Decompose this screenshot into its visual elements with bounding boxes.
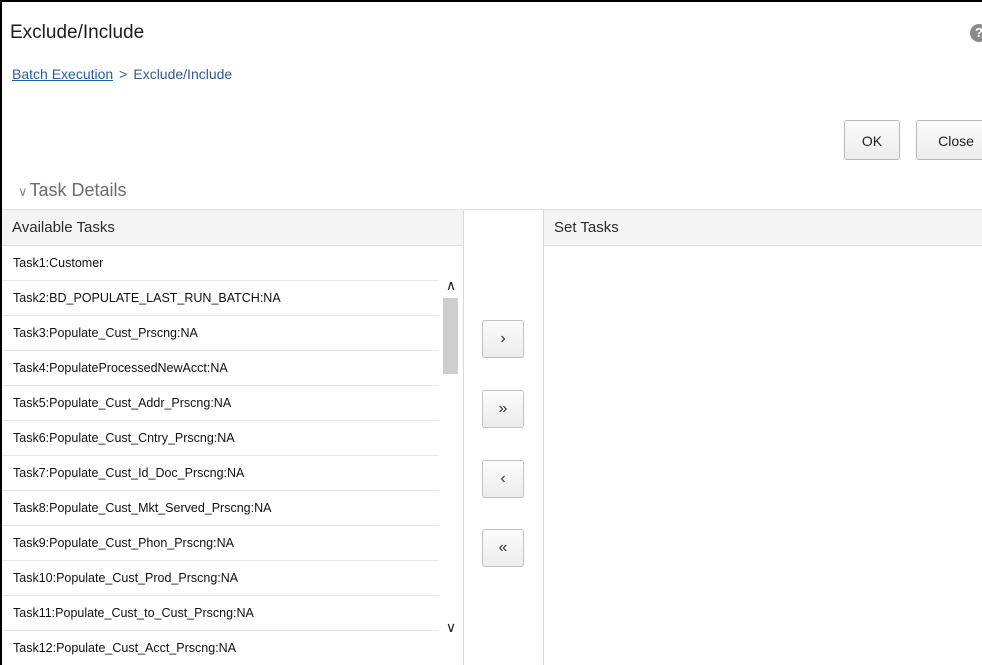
move-selected-button[interactable]: ›	[482, 320, 524, 358]
task-list-item[interactable]: Task4:PopulateProcessedNewAcct:NA	[2, 351, 439, 386]
task-list-item[interactable]: Task3:Populate_Cust_Prscng:NA	[2, 316, 439, 351]
scroll-up-icon[interactable]: ∧	[439, 274, 463, 296]
task-list-item[interactable]: Task12:Populate_Cust_Acct_Prscng:NA	[2, 631, 439, 665]
task-list-item[interactable]: Task2:BD_POPULATE_LAST_RUN_BATCH:NA	[2, 281, 439, 316]
task-list-item[interactable]: Task10:Populate_Cust_Prod_Prscng:NA	[2, 561, 439, 596]
page-title: Exclude/Include	[10, 22, 145, 43]
available-tasks-panel: Available Tasks Task1:Customer Task2:BD_P…	[2, 210, 464, 665]
task-list-item[interactable]: Task7:Populate_Cust_Id_Doc_Prscng:NA	[2, 456, 439, 491]
available-tasks-list: Task1:Customer Task2:BD_POPULATE_LAST_RUN…	[2, 246, 439, 665]
remove-all-button[interactable]: «	[482, 529, 524, 567]
move-all-button[interactable]: »	[482, 390, 524, 428]
task-list-item[interactable]: Task5:Populate_Cust_Addr_Prscng:NA	[2, 386, 439, 421]
remove-selected-button[interactable]: ‹	[482, 460, 524, 498]
task-list-item[interactable]: Task6:Populate_Cust_Cntry_Prscng:NA	[2, 421, 439, 456]
set-tasks-panel: Set Tasks	[543, 210, 982, 665]
task-list-item[interactable]: Task9:Populate_Cust_Phon_Prscng:NA	[2, 526, 439, 561]
task-list-item[interactable]: Task8:Populate_Cust_Mkt_Served_Prscng:NA	[2, 491, 439, 526]
close-button[interactable]: Close	[916, 120, 982, 160]
available-tasks-scrollbar[interactable]: ∧ ∨	[439, 246, 463, 665]
breadcrumb: Batch Execution > Exclude/Include	[12, 66, 232, 82]
task-details-section-header[interactable]: ∨ Task Details	[18, 180, 127, 201]
section-title: Task Details	[29, 180, 127, 200]
help-icon[interactable]: ?	[970, 24, 982, 42]
scroll-thumb[interactable]	[443, 298, 458, 374]
available-tasks-header: Available Tasks	[2, 210, 463, 246]
ok-button[interactable]: OK	[844, 120, 900, 160]
task-list-item[interactable]: Task11:Populate_Cust_to_Cust_Prscng:NA	[2, 596, 439, 631]
scroll-down-icon[interactable]: ∨	[439, 616, 463, 638]
set-tasks-header: Set Tasks	[544, 210, 982, 246]
chevron-down-icon: ∨	[18, 184, 28, 199]
breadcrumb-current: Exclude/Include	[133, 66, 233, 82]
exclude-include-window: Exclude/Include ? Batch Execution > Exclud…	[0, 0, 982, 665]
task-list-item[interactable]: Task1:Customer	[2, 246, 439, 281]
breadcrumb-link-batch-execution[interactable]: Batch Execution	[12, 66, 113, 82]
breadcrumb-separator: >	[119, 66, 128, 82]
